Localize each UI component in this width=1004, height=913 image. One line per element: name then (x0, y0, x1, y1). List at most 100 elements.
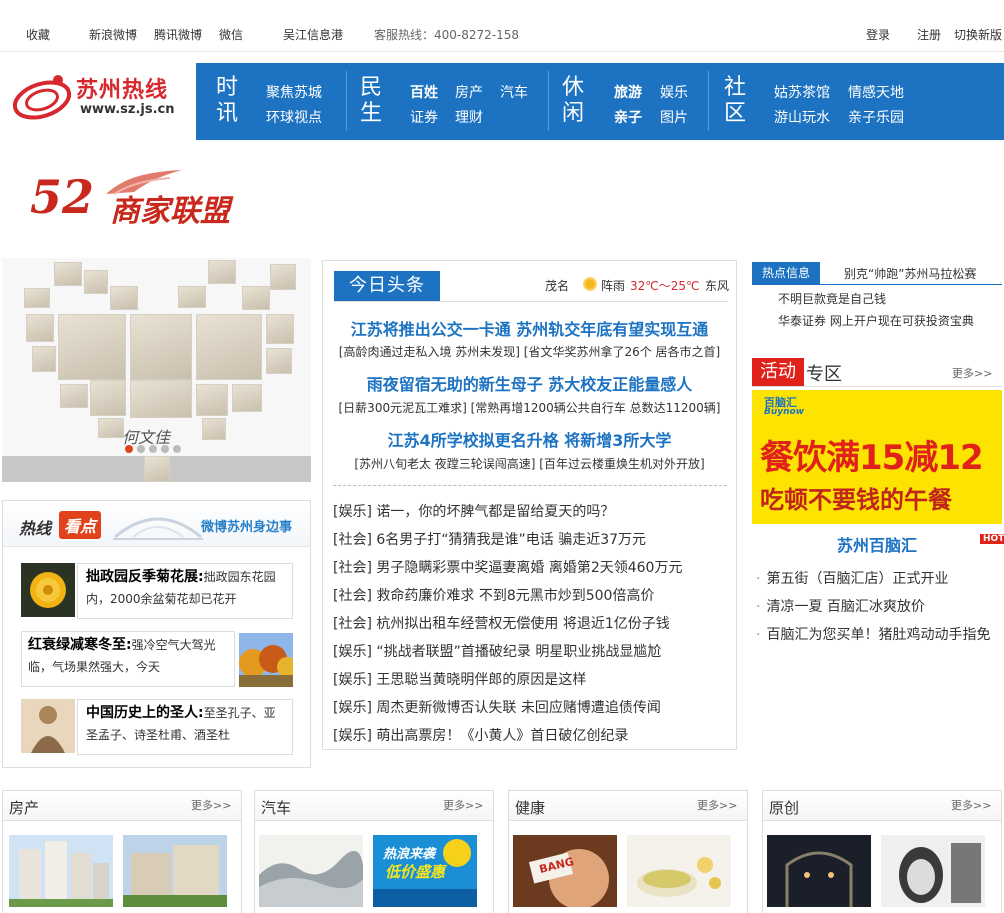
collage-photo (232, 384, 262, 412)
slide-dot[interactable] (137, 445, 145, 453)
wechat-link[interactable]: 微信 (219, 26, 243, 43)
section-more-link[interactable]: 更多>> (951, 797, 991, 813)
nav-group-label[interactable]: 社区 (722, 75, 748, 127)
favorite-link[interactable]: 收藏 (26, 26, 50, 43)
nav-divider (346, 71, 347, 131)
tab-activity[interactable]: 活动 (752, 358, 804, 386)
activity-item[interactable]: 百脑汇为您买单！猪肚鸡动动手指免 (756, 624, 990, 644)
site-logo[interactable]: 苏州热线 www.sz.js.cn (10, 66, 190, 126)
slide-dot-active[interactable] (125, 445, 133, 453)
ad-headline: 餐饮满15减12 (760, 438, 984, 478)
section-more-link[interactable]: 更多>> (443, 797, 483, 813)
news-item[interactable]: [社会] 救命药廉价难求 不到8元黑市炒到500倍高价 (333, 585, 654, 605)
merchant-alliance-banner[interactable]: 52 商家联盟 (30, 168, 270, 238)
herbal-tea-image[interactable] (627, 835, 731, 907)
nav-link-people[interactable]: 百姓 (410, 82, 438, 102)
nav-link-parenting[interactable]: 亲子 (614, 107, 642, 127)
logo-name: 苏州热线 (76, 78, 169, 103)
news-item[interactable]: [娱乐] 周杰更新微博否认失联 未回应赌博遭追债传闻 (333, 697, 661, 717)
nav-link-global-view[interactable]: 环球视点 (266, 107, 322, 127)
tab-today-headlines[interactable]: 今日头条 (334, 271, 440, 301)
weibo-suzhou-link[interactable]: 微博苏州身边事 (201, 516, 292, 535)
bang-face-image[interactable]: BANG (513, 835, 617, 907)
headline-sub[interactable]: [苏州八旬老太 夜蹚三轮误闯高速] [百年过云楼重焕生机对外开放] (323, 455, 736, 472)
section-title[interactable]: 房产 (9, 797, 39, 818)
nav-link-sightseeing[interactable]: 游山玩水 (774, 107, 830, 127)
nav-link-stock[interactable]: 证券 (410, 107, 438, 127)
nav-link-finance[interactable]: 理财 (455, 107, 483, 127)
nav-link-house[interactable]: 房产 (455, 82, 483, 102)
section-title[interactable]: 汽车 (261, 797, 291, 818)
summer-sale-image[interactable]: 热浪来袭 低价盛惠 (373, 835, 477, 907)
news-item[interactable]: [娱乐] 王思聪当黄晓明伴郎的原因是这样 (333, 669, 586, 689)
promo-title[interactable]: 苏州百脑汇 (752, 532, 1002, 556)
nav-group-label[interactable]: 休闲 (560, 75, 586, 127)
wujiang-info-link[interactable]: 吴江信息港 (283, 26, 343, 43)
news-divider (333, 485, 727, 486)
painting-exhibition-image[interactable] (259, 835, 363, 907)
hot-item[interactable]: 红衰绿减寒冬至:强冷空气大驾光临，气场果然强大，今天 (21, 631, 235, 687)
activity-zone-label: 专区 (806, 364, 842, 385)
news-item[interactable]: [社会] 杭州拟出租车经营权无偿使用 将退近1亿份子钱 (333, 613, 670, 633)
collage-photo (196, 384, 228, 416)
nav-link-ent[interactable]: 娱乐 (660, 82, 688, 102)
hot-item-title: 红衰绿减寒冬至: (28, 637, 132, 653)
autumn-trees-image[interactable] (239, 633, 293, 687)
news-item[interactable]: [社会] 男子隐瞒彩票中奖逼妻离婚 离婚第2天领460万元 (333, 557, 682, 577)
nav-group-label[interactable]: 时讯 (214, 75, 240, 127)
login-link[interactable]: 登录 (866, 26, 890, 43)
nav-group-label[interactable]: 民生 (358, 75, 384, 127)
chrysanthemum-image[interactable] (21, 563, 75, 617)
section-title[interactable]: 健康 (515, 797, 545, 818)
confucius-image[interactable] (21, 699, 75, 753)
hot-info-item[interactable]: 别克“帅跑”苏州马拉松赛 (844, 265, 976, 282)
sina-weibo-link[interactable]: 新浪微博 (89, 26, 137, 43)
hot-item[interactable]: 拙政园反季菊花展:拙政园东花园内，2000余盆菊花却已花开 (77, 563, 293, 619)
tab-hot-info[interactable]: 热点信息 (752, 262, 820, 284)
news-item[interactable]: [娱乐] 萌出高票房！《小黄人》首日破亿创纪录 (333, 725, 628, 745)
headline-title[interactable]: 江苏将推出公交一卡通 苏州轨交年底有望实现互通 (323, 316, 736, 340)
news-item[interactable]: [社会] 6名男子打“猜猜我是谁”电话 骗走近37万元 (333, 529, 646, 549)
news-item[interactable]: [娱乐] “挑战者联盟”首播破纪录 明星职业挑战显尴尬 (333, 641, 661, 661)
weather-temp: 32℃～25℃ (630, 279, 700, 293)
register-link[interactable]: 注册 (917, 26, 941, 43)
activity-more-link[interactable]: 更多>> (952, 365, 992, 381)
nav-link-teahouse[interactable]: 姑苏茶馆 (774, 82, 830, 102)
nav-link-focus-city[interactable]: 聚焦苏城 (266, 82, 322, 102)
collage-thumbnail-strip[interactable] (2, 456, 311, 482)
photo-collage-slideshow[interactable]: 何文佳 (2, 258, 311, 482)
activity-item[interactable]: 清凉一夏 百脑汇冰爽放价 (756, 596, 924, 616)
nav-link-photo[interactable]: 图片 (660, 107, 688, 127)
night-street-image[interactable] (767, 835, 871, 907)
section-more-link[interactable]: 更多>> (191, 797, 231, 813)
nav-link-family-park[interactable]: 亲子乐园 (848, 107, 904, 127)
tencent-weibo-link[interactable]: 腾讯微博 (154, 26, 202, 43)
promo-banner[interactable]: 百脑汇 Buynow 餐饮满15减12 吃顿不要钱的午餐 (752, 390, 1002, 524)
headline-title[interactable]: 雨夜留宿无助的新生母子 苏大校友正能量感人 (323, 371, 736, 395)
slide-dot[interactable] (149, 445, 157, 453)
nav-link-emotion[interactable]: 情感天地 (848, 82, 904, 102)
nav-link-car[interactable]: 汽车 (500, 82, 528, 102)
nav-link-travel[interactable]: 旅游 (614, 82, 642, 102)
building-render-image[interactable] (123, 835, 227, 907)
activity-item[interactable]: 第五街（百脑汇店）正式开业 (756, 568, 948, 588)
opera-portrait-image[interactable] (881, 835, 985, 907)
collage-thumbnail[interactable] (144, 456, 170, 482)
headline-sub[interactable]: [高龄肉通过走私入境 苏州未发现] [省文华奖苏州拿了26个 居各市之首] (323, 343, 736, 360)
hot-info-item[interactable]: 不明巨款竟是自己钱 (778, 290, 886, 307)
section-more-link[interactable]: 更多>> (697, 797, 737, 813)
slide-dot[interactable] (173, 445, 181, 453)
slide-dot[interactable] (161, 445, 169, 453)
bridge-icon (113, 517, 203, 540)
nav-group-news: 时讯 聚焦苏城 环球视点 (196, 63, 346, 140)
ad-subline: 吃顿不要钱的午餐 (760, 486, 952, 514)
section-title[interactable]: 原创 (769, 797, 799, 818)
hot-item[interactable]: 中国历史上的圣人:至圣孔子、亚圣孟子、诗圣杜甫、酒圣杜 (77, 699, 293, 755)
news-item[interactable]: [娱乐] 诺一，你的坏脾气都是留给夏天的吗？ (333, 501, 614, 521)
headline-sub[interactable]: [日薪300元泥瓦工难求] [常熟再增1200辆公共自行车 总数达11200辆] (323, 399, 736, 416)
headline-title[interactable]: 江苏4所学校拟更名升格 将新增3所大学 (323, 427, 736, 451)
switch-version-link[interactable]: 切换新版 (954, 26, 1002, 43)
hot-info-box: 热点信息 别克“帅跑”苏州马拉松赛 不明巨款竟是自己钱 华泰证券 网上开户现在可… (752, 262, 1002, 344)
apartment-image[interactable] (9, 835, 113, 907)
hot-info-item[interactable]: 华泰证券 网上开户现在可获投资宝典 (778, 312, 974, 329)
